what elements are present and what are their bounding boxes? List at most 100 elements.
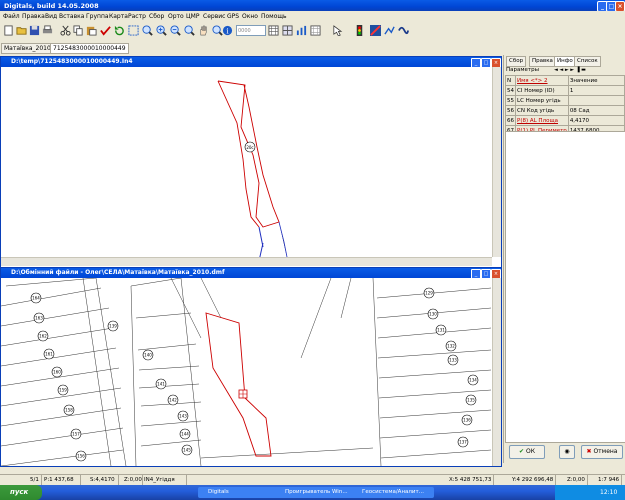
zoom-extent-icon[interactable] [128, 25, 139, 36]
menu-group[interactable]: Группа [86, 13, 109, 20]
status-y: Y:4 292 696,48 [510, 475, 557, 485]
new-file-icon[interactable] [3, 25, 14, 36]
parcel-number: 141 [157, 382, 165, 387]
parcel-number: 132 [447, 344, 455, 349]
system-tray: 12:10 [555, 485, 625, 500]
zoom-in-icon[interactable] [156, 25, 167, 36]
table-icon[interactable] [268, 25, 279, 36]
layers-grid-icon[interactable] [282, 25, 293, 36]
parcel-number: 129 [425, 291, 433, 296]
vertical-scrollbar[interactable] [492, 278, 501, 466]
parcel-number: 142 [169, 398, 177, 403]
checkmark-icon[interactable] [100, 25, 111, 36]
eye-icon: ◉ [564, 448, 570, 455]
menu-bar: Файл Правка Вид Вставка Группа Карта Рас… [0, 11, 625, 22]
map-window-dmf[interactable]: D:\Обмінний файли - Олег\СЕЛА\Матаївка\М… [0, 267, 502, 467]
nav-arrows[interactable]: ◄ ◄ ► ► ▐ ▬ [554, 67, 624, 75]
parcel-number: 144 [181, 432, 189, 437]
copy-icon[interactable] [73, 25, 84, 36]
table-row[interactable]: 54 CI Номер (ID) 1 [505, 85, 625, 96]
parcel-number: 140 [144, 353, 152, 358]
open-folder-icon[interactable] [16, 25, 27, 36]
map-window-in4[interactable]: D:\temp\7125483000010000449.In4 _ □ × 20… [0, 56, 502, 268]
menu-view[interactable]: Вид [45, 13, 57, 20]
table-row[interactable]: 66 P(8) AL Площа 4,4170 [505, 115, 625, 126]
traffic-light-icon[interactable] [354, 25, 365, 36]
doc-tab-in4[interactable]: 7125483000010000449 [50, 43, 129, 54]
paste-icon[interactable] [86, 25, 97, 36]
menu-window[interactable]: Окно [242, 13, 258, 20]
curve-icon[interactable] [398, 25, 409, 36]
chart-icon[interactable] [296, 25, 307, 36]
status-area: S:4,4170 [88, 475, 119, 485]
table-row[interactable]: 55 LC Номер угідь [505, 95, 625, 106]
parcel-number: 137 [459, 440, 467, 445]
parcel-number: 20с [246, 145, 253, 150]
table-row[interactable]: 56 CN Код угідь 08 Сад [505, 105, 625, 116]
vertical-scrollbar[interactable] [492, 67, 501, 257]
properties-panel: Сбор Правка Инфо Список Параметры ◄ ◄ ► … [503, 55, 625, 463]
properties-blank-area [505, 131, 625, 443]
zoom-previous-icon[interactable] [184, 25, 195, 36]
zoom-input[interactable] [236, 25, 266, 36]
parcel-number: 139 [109, 324, 117, 329]
parcel-number: 135 [467, 398, 475, 403]
parcel-number: 161 [45, 352, 53, 357]
parcel-number: 163 [35, 316, 43, 321]
save-icon[interactable] [29, 25, 40, 36]
view-button[interactable]: ◉ [559, 445, 575, 459]
menu-file[interactable]: Файл [3, 13, 20, 20]
cut-icon[interactable] [60, 25, 71, 36]
map-canvas[interactable]: 20с [1, 67, 501, 267]
ok-button[interactable]: ✔ ОК [509, 445, 545, 459]
refresh-icon[interactable] [114, 25, 125, 36]
task-geosystem[interactable]: Геосистема/Аналит... [352, 487, 434, 498]
menu-service[interactable]: Сервис [203, 13, 225, 20]
status-x: X:5 428 751,73 [447, 475, 495, 485]
select-arrow-icon[interactable] [332, 25, 343, 36]
zoom-window-icon[interactable] [142, 25, 153, 36]
status-z: Z:0,00 [124, 475, 143, 485]
menu-ortho[interactable]: Орто [168, 13, 184, 20]
tab-spisok[interactable]: Список [574, 56, 601, 67]
document-tabs: Матаївка_2010 7125483000010000449 [0, 42, 625, 54]
map-canvas[interactable]: 164 163 162 161 160 159 158 157 156 139 140 141 142… [1, 278, 491, 466]
parcel-number: 157 [72, 432, 80, 437]
parcel-number: 143 [179, 414, 187, 419]
tab-info[interactable]: Инфо [554, 56, 576, 67]
task-player[interactable]: Проигрыватель Win... [275, 487, 357, 498]
line-style-icon[interactable] [370, 25, 381, 36]
menu-gps[interactable]: GPS [227, 13, 239, 20]
menu-dem[interactable]: ЦМР [186, 13, 199, 20]
start-button[interactable]: пуск [0, 485, 42, 500]
title-bar: Digitals, build 14.05.2008 _ □ × [0, 0, 625, 12]
check-icon: ✔ [519, 448, 525, 455]
window-title: D:\Обмінний файли - Олег\СЕЛА\Матаївка\М… [1, 268, 501, 278]
info-icon[interactable]: i [222, 25, 233, 36]
menu-insert[interactable]: Вставка [59, 13, 84, 20]
parameters-label: Параметры [506, 67, 539, 73]
grid-icon[interactable] [310, 25, 321, 36]
selected-parcel-outline [205, 312, 272, 457]
task-digitals[interactable]: Digitals [198, 487, 280, 498]
menu-raster[interactable]: Растр [128, 13, 146, 20]
status-page: 5/1 [28, 475, 42, 485]
print-icon[interactable] [42, 25, 53, 36]
taskbar: пуск Digitals Проигрыватель Win... Геоси… [0, 485, 625, 500]
tab-pravka[interactable]: Правка [529, 56, 556, 67]
horizontal-scrollbar[interactable] [1, 257, 492, 266]
menu-edit[interactable]: Правка [22, 13, 45, 20]
cancel-button[interactable]: ✖ Отмена [581, 445, 623, 459]
status-layer: IN4_Угіддя [142, 475, 187, 485]
table-header: N Имя <*> 2 Значение [505, 75, 625, 86]
doc-tab-mataivka[interactable]: Матаївка_2010 [1, 43, 54, 54]
polyline-icon[interactable] [384, 25, 395, 36]
menu-collect[interactable]: Сбор [149, 13, 164, 20]
pan-hand-icon[interactable] [198, 25, 209, 36]
tab-sbor[interactable]: Сбор [506, 56, 527, 67]
zoom-out-icon[interactable] [170, 25, 181, 36]
menu-map[interactable]: Карта [109, 13, 128, 20]
parcel-number: 158 [65, 408, 73, 413]
parcel-number: 131 [437, 328, 445, 333]
menu-help[interactable]: Помощь [261, 13, 287, 20]
